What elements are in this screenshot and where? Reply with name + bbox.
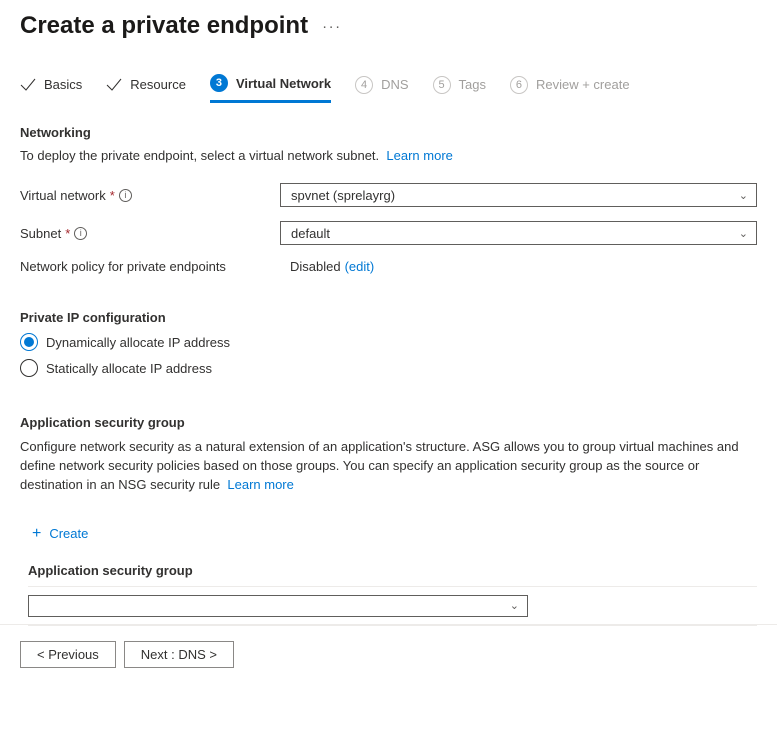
check-icon — [20, 78, 36, 92]
policy-label: Network policy for private endpoints — [20, 259, 226, 274]
footer-separator — [0, 624, 777, 625]
next-button[interactable]: Next : DNS > — [124, 641, 234, 668]
chevron-down-icon: ⌄ — [739, 227, 748, 240]
tab-label: Tags — [459, 77, 486, 92]
tab-label: DNS — [381, 77, 408, 92]
asg-field-label: Application security group — [28, 563, 757, 578]
asg-description: Configure network security as a natural … — [20, 438, 757, 495]
tab-label: Review + create — [536, 77, 630, 92]
step-number-icon: 3 — [210, 74, 228, 92]
vnet-label: Virtual network — [20, 188, 106, 203]
tab-resource[interactable]: Resource — [106, 74, 186, 103]
ip-config-radio-group: Dynamically allocate IP address Statical… — [20, 333, 757, 377]
virtual-network-dropdown[interactable]: spvnet (sprelayrg) ⌄ — [280, 183, 757, 207]
previous-button[interactable]: < Previous — [20, 641, 116, 668]
more-icon[interactable]: ··· — [322, 19, 342, 34]
create-label: Create — [49, 526, 88, 541]
check-icon — [106, 78, 122, 92]
tab-review-create[interactable]: 6 Review + create — [510, 74, 630, 103]
required-icon: * — [110, 188, 115, 203]
step-number-icon: 5 — [433, 76, 451, 94]
info-icon[interactable]: i — [74, 227, 87, 240]
networking-heading: Networking — [20, 125, 757, 140]
tab-label: Basics — [44, 77, 82, 92]
tab-virtual-network[interactable]: 3 Virtual Network — [210, 74, 331, 103]
tab-label: Virtual Network — [236, 76, 331, 91]
radio-label: Dynamically allocate IP address — [46, 335, 230, 350]
tab-tags[interactable]: 5 Tags — [433, 74, 486, 103]
radio-static[interactable]: Statically allocate IP address — [20, 359, 757, 377]
chevron-down-icon: ⌄ — [510, 599, 519, 612]
radio-label: Statically allocate IP address — [46, 361, 212, 376]
ipconfig-heading: Private IP configuration — [20, 310, 757, 325]
asg-dropdown[interactable]: ⌄ — [28, 595, 528, 617]
create-asg-button[interactable]: + Create — [28, 519, 92, 549]
subnet-label: Subnet — [20, 226, 61, 241]
tab-basics[interactable]: Basics — [20, 74, 82, 103]
step-number-icon: 6 — [510, 76, 528, 94]
radio-dynamic[interactable]: Dynamically allocate IP address — [20, 333, 757, 351]
step-number-icon: 4 — [355, 76, 373, 94]
tab-label: Resource — [130, 77, 186, 92]
dropdown-value: default — [291, 226, 330, 241]
chevron-down-icon: ⌄ — [739, 189, 748, 202]
wizard-tabs: Basics Resource 3 Virtual Network 4 DNS … — [20, 74, 757, 103]
dropdown-value: spvnet (sprelayrg) — [291, 188, 395, 203]
info-icon[interactable]: i — [119, 189, 132, 202]
learn-more-link[interactable]: Learn more — [227, 477, 293, 492]
plus-icon: + — [32, 525, 41, 543]
required-icon: * — [65, 226, 70, 241]
policy-edit-link[interactable]: (edit) — [345, 259, 375, 274]
tab-dns[interactable]: 4 DNS — [355, 74, 408, 103]
page-title: Create a private endpoint — [20, 12, 308, 40]
policy-value: Disabled — [290, 259, 341, 274]
learn-more-link[interactable]: Learn more — [386, 148, 452, 163]
networking-help: To deploy the private endpoint, select a… — [20, 148, 757, 163]
asg-heading: Application security group — [20, 415, 757, 430]
subnet-dropdown[interactable]: default ⌄ — [280, 221, 757, 245]
